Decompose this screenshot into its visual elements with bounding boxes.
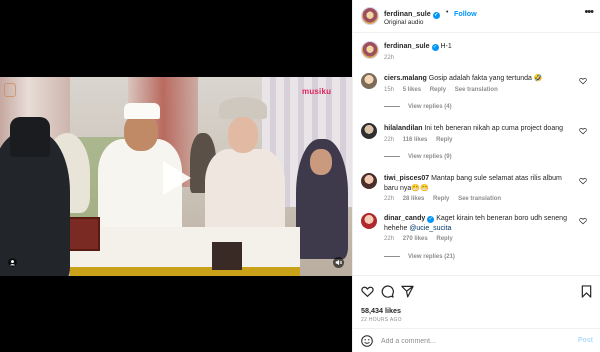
audio-link[interactable]: Original audio bbox=[384, 19, 423, 26]
comment-meta: 22h 28 likes Reply See translation bbox=[384, 196, 508, 202]
verified-icon: ✓ bbox=[431, 44, 439, 51]
comment-likes[interactable]: 5 likes bbox=[403, 87, 421, 93]
avatar[interactable] bbox=[361, 213, 377, 229]
see-translation-button[interactable]: See translation bbox=[455, 87, 498, 93]
view-replies-label[interactable]: View replies (4) bbox=[408, 104, 452, 110]
comment-username[interactable]: hilalandilan bbox=[384, 125, 423, 132]
comment-meta: 22h 270 likes Reply bbox=[384, 236, 460, 242]
reply-button[interactable]: Reply bbox=[433, 196, 449, 202]
comment-meta: 22h 116 likes Reply bbox=[384, 137, 459, 143]
view-replies-label[interactable]: View replies (21) bbox=[408, 254, 455, 260]
video-table-edge bbox=[70, 267, 300, 276]
comment-text: Gosip adalah fakta yang tertunda 🤣 bbox=[428, 75, 543, 82]
comment-body: dinar_candy ✓ Kaget kirain teh beneran bo… bbox=[384, 214, 574, 233]
comment-time: 15h bbox=[384, 87, 395, 93]
caption-username[interactable]: ferdinan_sule bbox=[384, 43, 430, 50]
mute-icon[interactable] bbox=[333, 257, 344, 268]
avatar[interactable] bbox=[361, 73, 377, 89]
reply-button[interactable]: Reply bbox=[436, 137, 452, 143]
watermark: musiku bbox=[302, 87, 331, 96]
caption-body: H-1 bbox=[440, 43, 452, 50]
watermark-text: musiku bbox=[302, 87, 332, 96]
post-panel: ferdinan_sule ✓ • Follow Original audio •… bbox=[352, 0, 600, 352]
heart-icon[interactable] bbox=[579, 77, 587, 85]
comment-input[interactable] bbox=[381, 334, 561, 348]
emoji-icon[interactable] bbox=[361, 335, 373, 347]
video-bride-crown bbox=[219, 97, 267, 119]
comment-time: 22h bbox=[384, 196, 395, 202]
bookmark-icon[interactable] bbox=[580, 285, 593, 298]
view-replies-line bbox=[384, 155, 400, 157]
view-replies-button[interactable]: View replies (4) bbox=[384, 104, 452, 110]
header-username-text[interactable]: ferdinan_sule bbox=[384, 9, 431, 18]
video-foreground-head bbox=[10, 117, 50, 157]
video-groom-cap bbox=[124, 103, 160, 119]
video-bride-face bbox=[228, 117, 258, 153]
heart-icon[interactable] bbox=[361, 285, 374, 298]
heart-icon[interactable] bbox=[579, 177, 587, 185]
more-icon[interactable]: ••• bbox=[584, 7, 594, 18]
avatar[interactable] bbox=[361, 41, 379, 59]
comment-username[interactable]: tiwi_pisces07 bbox=[384, 175, 429, 182]
post-timestamp: 22 HOURS AGO bbox=[361, 317, 402, 323]
comment-mention[interactable]: @ucie_sucita bbox=[409, 225, 451, 232]
video-girl-face bbox=[310, 149, 332, 175]
comment-body: ciers.malang Gosip adalah fakta yang ter… bbox=[384, 74, 574, 84]
caption-time: 22h bbox=[384, 55, 395, 61]
post-actions: 58,434 likes 22 HOURS AGO Post bbox=[353, 275, 600, 352]
reply-button[interactable]: Reply bbox=[430, 87, 446, 93]
follow-button[interactable]: Follow bbox=[454, 9, 477, 18]
view-replies-line bbox=[384, 105, 400, 107]
heart-icon[interactable] bbox=[579, 127, 587, 135]
watermark-logo-icon bbox=[4, 83, 16, 97]
comment-body: hilalandilan Ini teh beneran nikah ap cu… bbox=[384, 124, 574, 134]
avatar[interactable] bbox=[361, 123, 377, 139]
comment-time: 22h bbox=[384, 137, 395, 143]
comment-username[interactable]: dinar_candy bbox=[384, 215, 425, 222]
post-button[interactable]: Post bbox=[578, 337, 593, 344]
comment-likes[interactable]: 270 likes bbox=[403, 236, 428, 242]
comment-text: Ini teh beneran nikah ap cuma project do… bbox=[424, 125, 564, 132]
comments-list[interactable]: ferdinan_sule ✓ H-1 22h ciers.malang Gosi… bbox=[353, 33, 600, 275]
avatar[interactable] bbox=[361, 7, 379, 25]
comment-icon[interactable] bbox=[381, 285, 394, 298]
view-replies-line bbox=[384, 255, 400, 257]
verified-icon: ✓ bbox=[432, 12, 440, 19]
view-replies-label[interactable]: View replies (9) bbox=[408, 154, 452, 160]
reply-button[interactable]: Reply bbox=[436, 236, 452, 242]
video-box-small bbox=[212, 242, 242, 270]
comment-username[interactable]: ciers.malang bbox=[384, 75, 427, 82]
comment-time: 22h bbox=[384, 236, 395, 242]
avatar[interactable] bbox=[361, 173, 377, 189]
header-separator: • bbox=[446, 9, 449, 16]
view-replies-button[interactable]: View replies (21) bbox=[384, 254, 455, 260]
media-panel: musiku bbox=[0, 0, 352, 352]
likes-count[interactable]: 58,434 likes bbox=[361, 306, 401, 315]
comment-body: tiwi_pisces07 Mantap bang sule selamat a… bbox=[384, 174, 574, 193]
header-username[interactable]: ferdinan_sule ✓ bbox=[384, 9, 440, 19]
verified-icon: ✓ bbox=[427, 216, 435, 223]
play-icon[interactable] bbox=[163, 161, 191, 195]
user-tag-icon[interactable] bbox=[8, 258, 17, 267]
post-header: ferdinan_sule ✓ • Follow Original audio •… bbox=[353, 0, 600, 33]
see-translation-button[interactable]: See translation bbox=[458, 196, 501, 202]
caption-text: ferdinan_sule ✓ H-1 bbox=[384, 43, 452, 51]
comment-likes[interactable]: 28 likes bbox=[403, 196, 425, 202]
comment-likes[interactable]: 116 likes bbox=[403, 137, 428, 143]
share-icon[interactable] bbox=[401, 285, 414, 298]
comment-meta: 15h 5 likes Reply See translation bbox=[384, 87, 505, 93]
view-replies-button[interactable]: View replies (9) bbox=[384, 154, 452, 160]
comment-composer: Post bbox=[353, 328, 600, 352]
heart-icon[interactable] bbox=[579, 217, 587, 225]
video-player[interactable]: musiku bbox=[0, 77, 352, 276]
